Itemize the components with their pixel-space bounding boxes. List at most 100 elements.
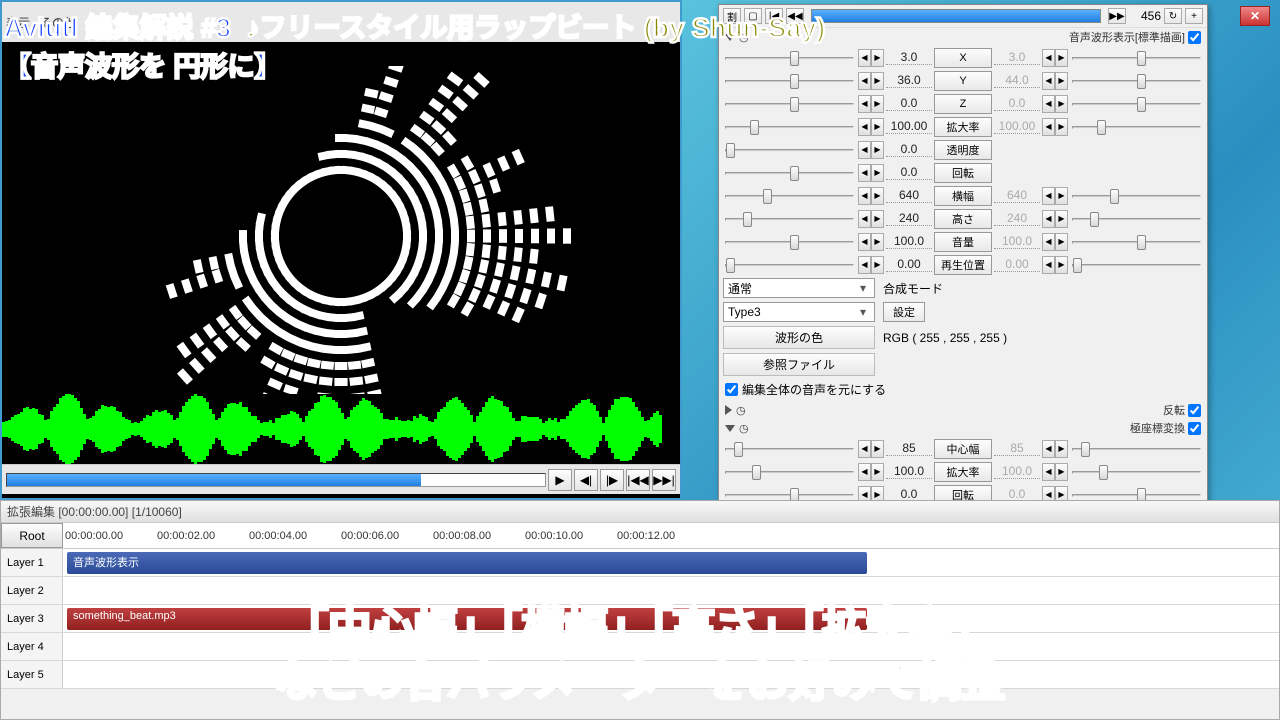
- dec-button[interactable]: ◀: [1042, 256, 1055, 274]
- value-left[interactable]: 85: [886, 441, 932, 456]
- dec-button[interactable]: ◀: [858, 95, 871, 113]
- dec-button[interactable]: ◀: [858, 141, 871, 159]
- value-right[interactable]: 100.00: [994, 119, 1040, 134]
- slider-right[interactable]: [1070, 210, 1203, 228]
- file-ref-button[interactable]: 参照ファイル: [723, 353, 875, 376]
- slider-left[interactable]: [723, 256, 856, 274]
- value-left[interactable]: 3.0: [886, 50, 932, 65]
- param-button-拡大率[interactable]: 拡大率: [934, 462, 992, 482]
- use-full-audio-checkbox[interactable]: [725, 383, 738, 396]
- close-button[interactable]: ✕: [1240, 6, 1270, 26]
- slider-left[interactable]: [723, 164, 856, 182]
- inc-button[interactable]: ▶: [1055, 210, 1068, 228]
- type-dropdown[interactable]: Type3▾: [723, 302, 875, 322]
- value-right[interactable]: 640: [994, 188, 1040, 203]
- dec-button[interactable]: ◀: [858, 210, 871, 228]
- inc-button[interactable]: ▶: [1055, 233, 1068, 251]
- inc-button[interactable]: ▶: [871, 256, 884, 274]
- dec-button[interactable]: ◀: [858, 72, 871, 90]
- slider-right[interactable]: [1070, 72, 1203, 90]
- dec-button[interactable]: ◀: [858, 440, 871, 458]
- slider-right[interactable]: [1070, 256, 1203, 274]
- value-right[interactable]: 85: [994, 441, 1040, 456]
- plus-button[interactable]: +: [1185, 8, 1203, 24]
- inc-button[interactable]: ▶: [871, 233, 884, 251]
- value-right[interactable]: 3.0: [994, 50, 1040, 65]
- frame-position-bar[interactable]: [811, 9, 1101, 23]
- collapse-arrow-icon[interactable]: [725, 405, 732, 415]
- param-button-横幅[interactable]: 横幅: [934, 186, 992, 206]
- dec-button[interactable]: ◀: [1042, 95, 1055, 113]
- dec-button[interactable]: ◀: [1042, 210, 1055, 228]
- next-frame-button[interactable]: |▶: [600, 469, 624, 491]
- video-clip[interactable]: 音声波形表示: [67, 552, 867, 574]
- inc-button[interactable]: ▶: [871, 187, 884, 205]
- value-left[interactable]: 0.0: [886, 142, 932, 157]
- dec-button[interactable]: ◀: [1042, 463, 1055, 481]
- value-left[interactable]: 100.0: [886, 464, 932, 479]
- slider-right[interactable]: [1070, 49, 1203, 67]
- layer-track[interactable]: 音声波形表示: [63, 549, 1279, 576]
- first-frame-button[interactable]: |◀◀: [626, 469, 650, 491]
- seek-next-button[interactable]: ▶▶: [1108, 8, 1126, 24]
- expand-arrow-icon[interactable]: [725, 425, 735, 432]
- value-left[interactable]: 100.00: [886, 119, 932, 134]
- inc-button[interactable]: ▶: [1055, 95, 1068, 113]
- inc-button[interactable]: ▶: [1055, 440, 1068, 458]
- value-left[interactable]: 240: [886, 211, 932, 226]
- layer-label[interactable]: Layer 2: [1, 577, 63, 604]
- inc-button[interactable]: ▶: [871, 141, 884, 159]
- dec-button[interactable]: ◀: [1042, 440, 1055, 458]
- polar-checkbox[interactable]: [1188, 422, 1201, 435]
- inc-button[interactable]: ▶: [871, 95, 884, 113]
- param-button-音量[interactable]: 音量: [934, 232, 992, 252]
- value-right[interactable]: 0.0: [994, 96, 1040, 111]
- slider-left[interactable]: [723, 187, 856, 205]
- inc-button[interactable]: ▶: [871, 49, 884, 67]
- timeline-ruler[interactable]: 00:00:00.0000:00:02.0000:00:04.0000:00:0…: [63, 523, 1279, 548]
- refresh-icon[interactable]: ↻: [1164, 8, 1182, 24]
- value-right[interactable]: 44.0: [994, 73, 1040, 88]
- param-button-透明度[interactable]: 透明度: [934, 140, 992, 160]
- param-button-Z[interactable]: Z: [934, 94, 992, 114]
- dec-button[interactable]: ◀: [858, 463, 871, 481]
- param-button-高さ[interactable]: 高さ: [934, 209, 992, 229]
- param-button-回転[interactable]: 回転: [934, 163, 992, 183]
- slider-left[interactable]: [723, 233, 856, 251]
- value-right[interactable]: 100.0: [994, 464, 1040, 479]
- inc-button[interactable]: ▶: [1055, 463, 1068, 481]
- value-left[interactable]: 0.0: [886, 165, 932, 180]
- slider-right[interactable]: [1070, 187, 1203, 205]
- value-left[interactable]: 0.0: [886, 96, 932, 111]
- value-right[interactable]: 0.00: [994, 257, 1040, 272]
- layer-label[interactable]: Layer 1: [1, 549, 63, 576]
- inc-button[interactable]: ▶: [1055, 256, 1068, 274]
- slider-right[interactable]: [1070, 95, 1203, 113]
- inc-button[interactable]: ▶: [871, 210, 884, 228]
- inc-button[interactable]: ▶: [871, 463, 884, 481]
- inc-button[interactable]: ▶: [1055, 72, 1068, 90]
- dec-button[interactable]: ◀: [1042, 49, 1055, 67]
- slider-left[interactable]: [723, 440, 856, 458]
- param-button-Y[interactable]: Y: [934, 71, 992, 91]
- inc-button[interactable]: ▶: [871, 118, 884, 136]
- value-left[interactable]: 36.0: [886, 73, 932, 88]
- inc-button[interactable]: ▶: [1055, 118, 1068, 136]
- value-right[interactable]: 100.0: [994, 234, 1040, 249]
- dec-button[interactable]: ◀: [1042, 72, 1055, 90]
- inc-button[interactable]: ▶: [1055, 49, 1068, 67]
- dec-button[interactable]: ◀: [858, 118, 871, 136]
- slider-left[interactable]: [723, 463, 856, 481]
- blend-mode-dropdown[interactable]: 通常▾: [723, 278, 875, 298]
- value-right[interactable]: 240: [994, 211, 1040, 226]
- slider-right[interactable]: [1070, 118, 1203, 136]
- param-button-拡大率[interactable]: 拡大率: [934, 117, 992, 137]
- play-button[interactable]: ▶: [548, 469, 572, 491]
- param-button-再生位置[interactable]: 再生位置: [934, 255, 992, 275]
- inc-button[interactable]: ▶: [1055, 187, 1068, 205]
- progress-bar[interactable]: [6, 473, 546, 487]
- dec-button[interactable]: ◀: [858, 49, 871, 67]
- value-left[interactable]: 100.0: [886, 234, 932, 249]
- slider-left[interactable]: [723, 118, 856, 136]
- value-left[interactable]: 0.00: [886, 257, 932, 272]
